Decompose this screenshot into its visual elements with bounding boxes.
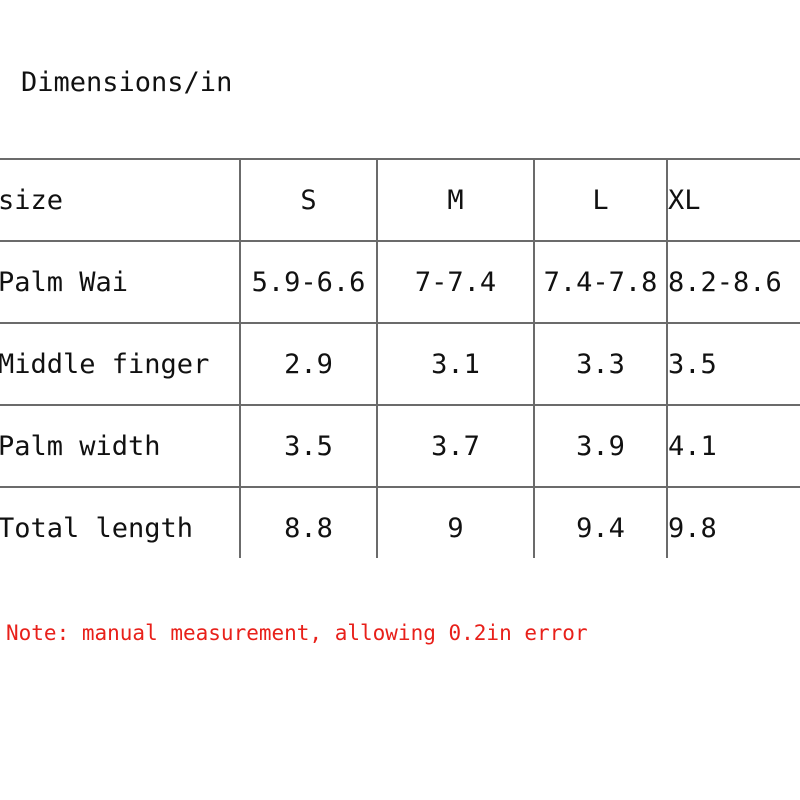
page-title: Dimensions/in	[21, 67, 233, 98]
table-header-row: size S M L XL	[0, 159, 800, 242]
cell-total-length-s: 8.8	[240, 487, 378, 558]
cell-total-length-l: 9.4	[534, 487, 668, 558]
size-chart-table: size S M L XL Palm Wai 5.9-6.6 7-7.4 7.4…	[0, 158, 800, 558]
column-header-s: S	[240, 159, 378, 242]
cell-palm-width-l: 3.9	[534, 405, 668, 488]
size-chart-container: size S M L XL Palm Wai 5.9-6.6 7-7.4 7.4…	[0, 158, 800, 558]
measurement-note: Note: manual measurement, allowing 0.2in…	[6, 621, 588, 645]
cell-palm-wai-m: 7-7.4	[377, 241, 535, 324]
table-row: Middle finger 2.9 3.1 3.3 3.5	[0, 323, 800, 406]
column-header-l: L	[534, 159, 668, 242]
table-row: Total length 8.8 9 9.4 9.8	[0, 487, 800, 558]
column-header-xl: XL	[667, 159, 800, 242]
cell-palm-wai-s: 5.9-6.6	[240, 241, 378, 324]
cell-total-length-xl: 9.8	[667, 487, 800, 558]
cell-palm-width-s: 3.5	[240, 405, 378, 488]
column-header-size: size	[0, 159, 241, 242]
cell-palm-wai-xl: 8.2-8.6	[667, 241, 800, 324]
cell-middle-finger-s: 2.9	[240, 323, 378, 406]
cell-palm-width-m: 3.7	[377, 405, 535, 488]
cell-palm-wai-l: 7.4-7.8	[534, 241, 668, 324]
row-label-total-length: Total length	[0, 487, 241, 558]
cell-middle-finger-xl: 3.5	[667, 323, 800, 406]
table-row: Palm Wai 5.9-6.6 7-7.4 7.4-7.8 8.2-8.6	[0, 241, 800, 324]
column-header-m: M	[377, 159, 535, 242]
cell-middle-finger-m: 3.1	[377, 323, 535, 406]
table-row: Palm width 3.5 3.7 3.9 4.1	[0, 405, 800, 488]
cell-middle-finger-l: 3.3	[534, 323, 668, 406]
row-label-palm-wai: Palm Wai	[0, 241, 241, 324]
cell-total-length-m: 9	[377, 487, 535, 558]
row-label-palm-width: Palm width	[0, 405, 241, 488]
cell-palm-width-xl: 4.1	[667, 405, 800, 488]
row-label-middle-finger: Middle finger	[0, 323, 241, 406]
